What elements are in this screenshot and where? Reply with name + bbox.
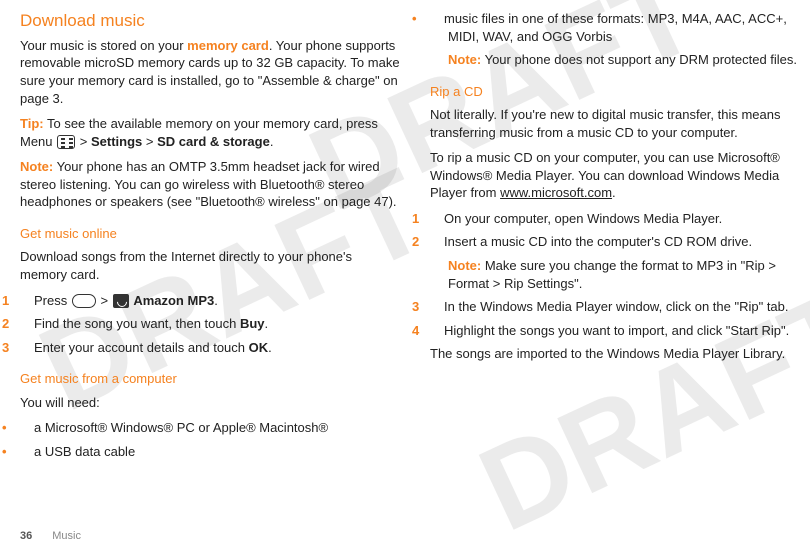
section-title: Download music — [20, 10, 400, 33]
s4-text: Highlight the songs you want to import, … — [444, 323, 789, 338]
right-column: •music files in one of these formats: MP… — [430, 10, 810, 466]
bullet-2: •a USB data cable — [20, 443, 400, 461]
home-icon — [72, 294, 96, 308]
b3-text: music files in one of these formats: MP3… — [444, 11, 787, 44]
subhead-get-online: Get music online — [20, 225, 400, 243]
rip-step-3: 3In the Windows Media Player window, cli… — [430, 298, 810, 316]
bullet-3: •music files in one of these formats: MP… — [430, 10, 810, 45]
step-number: 1 — [20, 292, 34, 310]
rip-link[interactable]: www.microsoft.com — [500, 185, 612, 200]
step1-amazon: Amazon MP3 — [133, 293, 214, 308]
sub2-text: You will need: — [20, 394, 400, 412]
rip-p2: To rip a music CD on your computer, you … — [430, 149, 810, 202]
step-1: 1Press > Amazon MP3. — [20, 292, 400, 310]
note-text: Your phone does not support any DRM prot… — [481, 52, 797, 67]
note-text: Your phone has an OMTP 3.5mm headset jac… — [20, 159, 397, 209]
gt: > — [100, 293, 108, 308]
s2-note-text: Make sure you change the format to MP3 i… — [448, 258, 776, 291]
step3-pre: Enter your account details and touch — [34, 340, 249, 355]
s2-text: Insert a music CD into the computer's CD… — [444, 234, 752, 249]
subhead-get-computer: Get music from a computer — [20, 370, 400, 388]
bullet-icon: • — [430, 10, 444, 28]
step-3: 3Enter your account details and touch OK… — [20, 339, 400, 357]
step-number: 3 — [430, 298, 444, 316]
tip-sd: SD card & storage — [157, 134, 270, 149]
s1-text: On your computer, open Windows Media Pla… — [444, 211, 722, 226]
step-number: 2 — [20, 315, 34, 333]
b1-text: a Microsoft® Windows® PC or Apple® Macin… — [34, 420, 328, 435]
bullet-icon: • — [20, 443, 34, 461]
b2-text: a USB data cable — [34, 444, 135, 459]
left-column: Download music Your music is stored on y… — [20, 10, 400, 466]
subhead-rip: Rip a CD — [430, 83, 810, 101]
step-2: 2Find the song you want, then touch Buy. — [20, 315, 400, 333]
footer-section: Music — [52, 530, 81, 542]
menu-icon — [57, 135, 75, 149]
rip-step-4: 4Highlight the songs you want to import,… — [430, 322, 810, 340]
rip-outro: The songs are imported to the Windows Me… — [430, 345, 810, 363]
intro-highlight: memory card — [187, 38, 269, 53]
tip-paragraph: Tip: To see the available memory on your… — [20, 115, 400, 150]
step-number: 2 — [430, 233, 444, 251]
gt: > — [146, 134, 154, 149]
intro-pre: Your music is stored on your — [20, 38, 187, 53]
tip-settings: Settings — [91, 134, 142, 149]
rip-step-2-note: Note: Make sure you change the format to… — [430, 257, 810, 292]
page-number: 36 — [20, 530, 32, 542]
step-number: 4 — [430, 322, 444, 340]
note-paragraph: Note: Your phone has an OMTP 3.5mm heads… — [20, 158, 400, 211]
step-number: 3 — [20, 339, 34, 357]
note-label: Note: — [448, 258, 481, 273]
bullet-1: •a Microsoft® Windows® PC or Apple® Maci… — [20, 419, 400, 437]
page-footer: 36 Music — [20, 530, 81, 542]
bullet-icon: • — [20, 419, 34, 437]
note-label: Note: — [20, 159, 53, 174]
gt: > — [80, 134, 88, 149]
tip-label: Tip: — [20, 116, 44, 131]
note-label: Note: — [448, 52, 481, 67]
step2-buy: Buy — [240, 316, 265, 331]
bullet-3-note: Note: Your phone does not support any DR… — [430, 51, 810, 69]
step1-press: Press — [34, 293, 71, 308]
amazon-icon — [113, 294, 129, 308]
intro-paragraph: Your music is stored on your memory card… — [20, 37, 400, 107]
sub1-text: Download songs from the Internet directl… — [20, 248, 400, 283]
rip-step-1: 1On your computer, open Windows Media Pl… — [430, 210, 810, 228]
rip-p1: Not literally. If you're new to digital … — [430, 106, 810, 141]
s3-text: In the Windows Media Player window, clic… — [444, 299, 789, 314]
rip-step-2: 2Insert a music CD into the computer's C… — [430, 233, 810, 251]
step2-pre: Find the song you want, then touch — [34, 316, 240, 331]
step-number: 1 — [430, 210, 444, 228]
step3-ok: OK — [249, 340, 269, 355]
